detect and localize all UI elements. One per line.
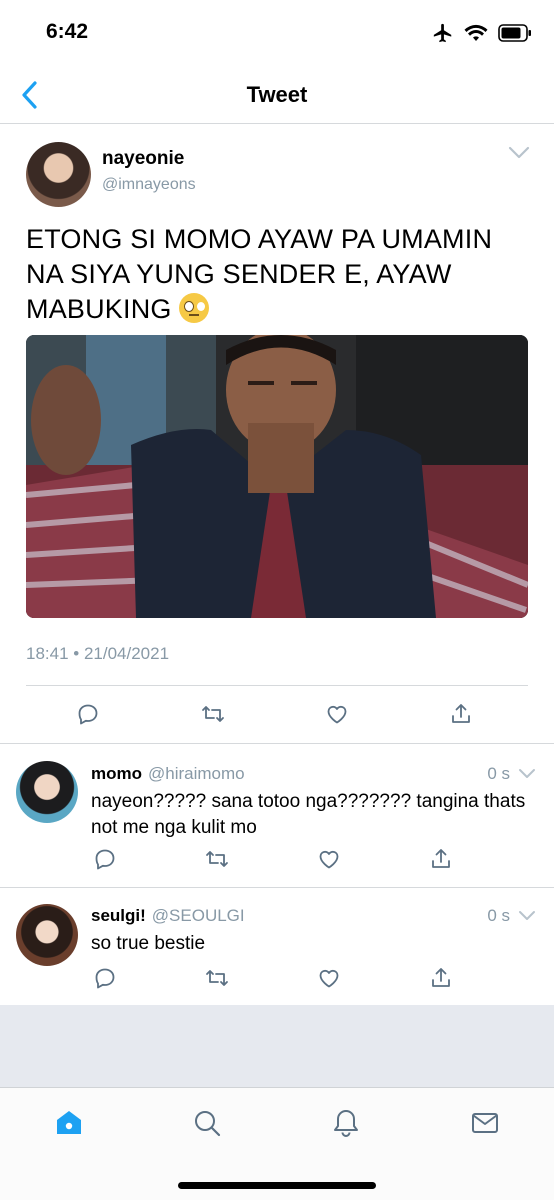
tweet-text: ETONG SI MOMO AYAW PA UMAMIN NA SIYA YUN… xyxy=(26,222,536,327)
reply-author[interactable]: seulgi! @SEOULGI xyxy=(91,906,245,926)
share-button[interactable] xyxy=(450,702,478,730)
divider xyxy=(26,685,528,686)
tab-search[interactable] xyxy=(190,1106,224,1140)
reply-time: 0 s xyxy=(487,764,510,783)
tweet-timestamp: 18:41 • 21/04/2021 xyxy=(26,644,170,663)
author-handle[interactable]: @imnayeons xyxy=(102,176,196,194)
reply-tweet[interactable]: seulgi! @SEOULGI 0 s so true bestie xyxy=(0,888,554,1005)
avatar[interactable] xyxy=(26,142,91,207)
tab-notifications[interactable] xyxy=(329,1106,363,1140)
reply-text: nayeon????? sana totoo nga??????? tangin… xyxy=(91,791,526,838)
notifications-icon xyxy=(334,1110,358,1137)
status-icons xyxy=(432,22,532,44)
home-indicator xyxy=(178,1182,376,1189)
reply-options-button[interactable] xyxy=(518,767,536,785)
reply-icon xyxy=(95,968,115,989)
like-button[interactable] xyxy=(317,847,341,876)
tweet-image[interactable] xyxy=(26,335,528,618)
like-icon xyxy=(319,969,339,988)
chevron-down-icon xyxy=(519,769,535,778)
reply-display-name: momo xyxy=(91,764,142,783)
search-icon xyxy=(195,1111,221,1137)
like-button[interactable] xyxy=(325,702,353,730)
retweet-icon xyxy=(206,970,228,986)
share-icon xyxy=(432,849,450,868)
like-icon xyxy=(319,850,339,869)
reply-icon xyxy=(78,704,98,725)
share-button[interactable] xyxy=(430,847,452,876)
tab-home[interactable] xyxy=(52,1106,86,1140)
reply-handle: @hiraimomo xyxy=(148,764,245,783)
like-icon xyxy=(327,705,347,724)
reply-author[interactable]: momo @hiraimomo xyxy=(91,764,245,784)
reply-time: 0 s xyxy=(487,906,510,925)
chevron-down-icon xyxy=(519,911,535,920)
share-button[interactable] xyxy=(430,966,452,995)
reply-display-name: seulgi! xyxy=(91,906,146,925)
reply-handle: @SEOULGI xyxy=(151,906,245,925)
reply-icon xyxy=(95,849,115,870)
airplane-mode-icon xyxy=(433,23,452,43)
page-title: Tweet xyxy=(246,82,308,107)
retweet-button[interactable] xyxy=(204,847,230,876)
reply-text: so true bestie xyxy=(91,933,206,954)
rolling-eyes-emoji-icon xyxy=(179,293,210,323)
navigation-bar: Tweet xyxy=(0,66,554,124)
tweet-options-button[interactable] xyxy=(508,146,530,165)
messages-icon xyxy=(472,1113,498,1133)
wifi-icon xyxy=(464,24,488,41)
status-time: 6:42 xyxy=(46,20,89,43)
avatar[interactable] xyxy=(16,904,78,966)
share-icon xyxy=(452,704,470,723)
retweet-button[interactable] xyxy=(200,702,228,730)
status-bar: 6:42 xyxy=(0,0,554,66)
reply-options-button[interactable] xyxy=(518,909,536,927)
tweet-text-content: ETONG SI MOMO AYAW PA UMAMIN NA SIYA YUN… xyxy=(26,224,493,324)
retweet-icon xyxy=(206,851,228,867)
reply-button[interactable] xyxy=(93,847,117,876)
avatar[interactable] xyxy=(16,761,78,823)
tab-messages[interactable] xyxy=(468,1106,502,1140)
main-tweet[interactable]: nayeonie @imnayeons ETONG SI MOMO AYAW P… xyxy=(0,124,554,744)
like-button[interactable] xyxy=(317,966,341,995)
retweet-button[interactable] xyxy=(204,966,230,995)
retweet-icon xyxy=(202,706,224,722)
reply-button[interactable] xyxy=(76,702,104,730)
battery-icon xyxy=(498,24,531,42)
author-display-name[interactable]: nayeonie xyxy=(102,148,184,170)
meme-photo xyxy=(26,335,528,618)
reply-button[interactable] xyxy=(93,966,117,995)
share-icon xyxy=(432,968,450,987)
empty-timeline-area xyxy=(0,1005,554,1087)
chevron-down-icon xyxy=(508,146,530,159)
home-icon xyxy=(57,1111,81,1134)
reply-tweet[interactable]: momo @hiraimomo 0 s nayeon????? sana toto… xyxy=(0,745,554,888)
